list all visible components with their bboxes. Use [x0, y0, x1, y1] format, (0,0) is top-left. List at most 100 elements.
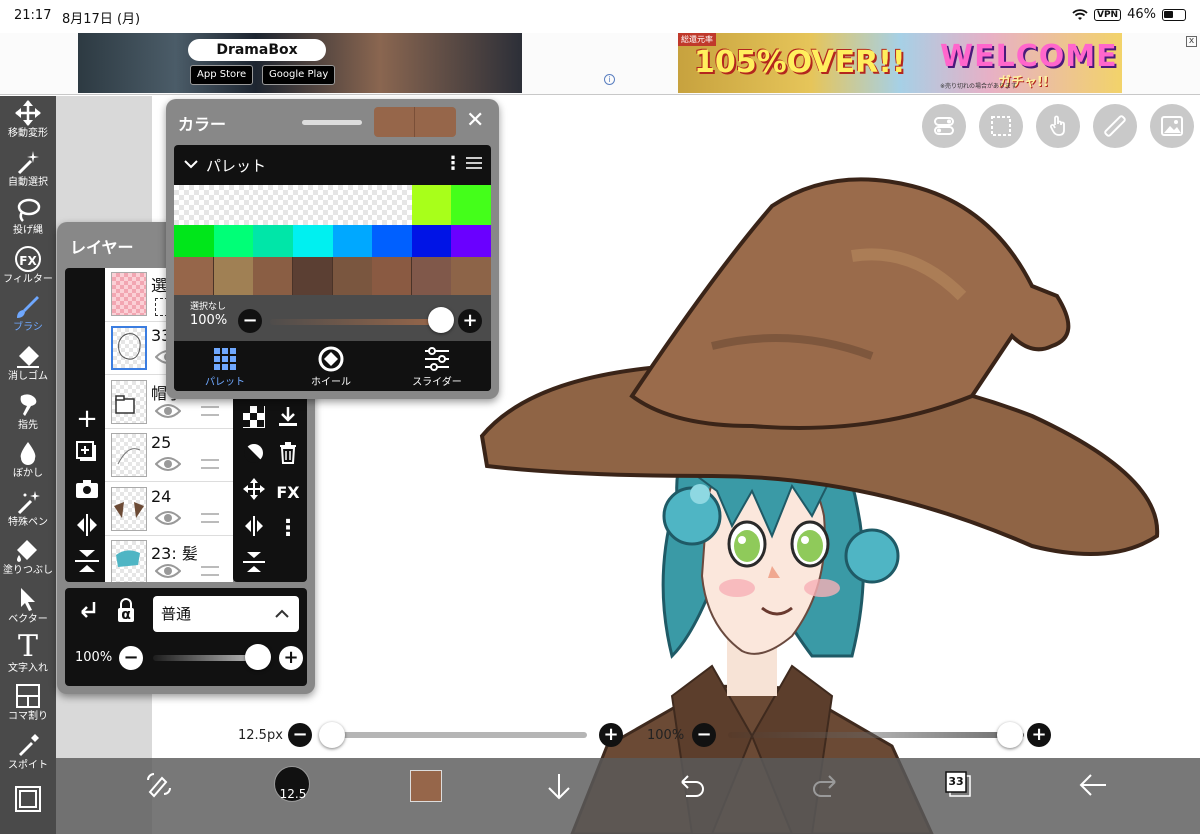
move-layer-icon[interactable]	[239, 478, 269, 508]
palette-swatch[interactable]	[253, 185, 294, 225]
brush-opacity-minus-button[interactable]: −	[692, 723, 716, 747]
tool-text[interactable]: T 文字入れ	[0, 631, 56, 681]
tab-wheel[interactable]: ホイール	[286, 345, 376, 388]
palette-swatch[interactable]	[332, 185, 373, 225]
palette-swatch[interactable]	[253, 225, 294, 257]
layer-opacity-thumb[interactable]	[245, 644, 271, 670]
alpha-lock-icon[interactable]: α	[111, 596, 141, 626]
current-color-swatch[interactable]	[374, 107, 456, 137]
brush-size-plus-button[interactable]: +	[599, 723, 623, 747]
tool-blur[interactable]: ぼかし	[0, 438, 56, 486]
brush-size-minus-button[interactable]: −	[288, 723, 312, 747]
palette-swatch[interactable]	[411, 257, 452, 295]
layer-row[interactable]: 23: 髪	[105, 536, 233, 582]
tab-slider[interactable]: スライダー	[392, 345, 482, 388]
palette-swatch[interactable]	[372, 257, 413, 295]
clip-arrow-icon[interactable]	[73, 600, 103, 630]
trash-icon[interactable]	[273, 442, 303, 472]
flip-vertical-icon[interactable]	[72, 550, 102, 580]
ad-close-icon[interactable]: x	[1186, 36, 1197, 47]
tool-move[interactable]: 移動変形	[0, 98, 56, 146]
tool-fill-bucket[interactable]: 塗りつぶし	[0, 535, 56, 583]
eye-icon[interactable]	[154, 563, 182, 579]
palette-swatch[interactable]	[292, 257, 333, 295]
palette-swatch[interactable]	[332, 257, 373, 295]
tool-fx[interactable]: FX フィルター	[0, 244, 56, 292]
blend-mode-select[interactable]: 普通	[153, 596, 299, 632]
tool-panel[interactable]: コマ割り	[0, 681, 56, 729]
drag-handle-icon[interactable]	[201, 459, 219, 469]
drag-handle-icon[interactable]	[201, 566, 219, 576]
palette-swatch[interactable]	[411, 185, 452, 225]
brush-size-slider[interactable]	[324, 732, 587, 738]
settings-toggle-button[interactable]	[922, 104, 966, 148]
palette-more-icon[interactable]: ⋮	[444, 153, 462, 174]
flip-v-layer-icon[interactable]	[239, 550, 269, 580]
flip-horizontal-icon[interactable]	[72, 514, 102, 544]
palette-header[interactable]: パレット ⋮	[174, 145, 491, 183]
brush-opacity-plus-button[interactable]: +	[1027, 723, 1051, 747]
palette-swatch[interactable]	[411, 225, 452, 257]
palette-swatch[interactable]	[213, 225, 254, 257]
more-vertical-icon[interactable]: ⋮	[273, 514, 303, 544]
brush-size-indicator[interactable]: 12.5	[274, 766, 310, 802]
clipping-icon[interactable]	[239, 442, 269, 472]
palette-opacity-thumb[interactable]	[428, 307, 454, 333]
tool-special-pen[interactable]: 特殊ペン	[0, 487, 56, 535]
current-color-button[interactable]	[410, 770, 442, 802]
palette-swatch[interactable]	[451, 225, 491, 257]
palette-menu-icon[interactable]	[466, 157, 482, 169]
drag-handle-icon[interactable]	[201, 405, 219, 416]
brush-opacity-thumb[interactable]	[997, 722, 1023, 748]
palette-swatch[interactable]	[174, 257, 215, 295]
palette-swatch[interactable]	[174, 225, 215, 257]
material-button[interactable]	[1150, 104, 1194, 148]
canvas-frame-icon[interactable]	[15, 786, 41, 812]
tool-smudge[interactable]: 指先	[0, 390, 56, 438]
palette-swatch[interactable]	[292, 185, 333, 225]
eye-icon[interactable]	[154, 510, 182, 526]
layer-opacity-slider[interactable]	[153, 655, 257, 661]
ad-gacha[interactable]: 総還元率 105%OVER!! WELCOME ガチャ!! ※売り切れの場合があ…	[678, 33, 1122, 93]
layer-row[interactable]: 25	[105, 429, 233, 482]
tool-brush[interactable]: ブラシ	[0, 292, 56, 340]
eye-icon[interactable]	[154, 456, 182, 472]
add-layer-special-icon[interactable]	[72, 440, 102, 470]
back-button[interactable]	[1078, 772, 1108, 802]
palette-grid[interactable]	[174, 185, 491, 295]
palette-swatch[interactable]	[451, 257, 491, 295]
layers-button[interactable]: 33	[944, 770, 974, 800]
palette-opacity-plus-button[interactable]: +	[458, 309, 482, 333]
palette-opacity-slider[interactable]	[270, 319, 436, 325]
eye-icon[interactable]	[154, 403, 182, 419]
palette-swatch[interactable]	[213, 185, 254, 225]
palette-swatch[interactable]	[372, 225, 413, 257]
transparency-lock-icon[interactable]	[239, 406, 269, 436]
tool-vector[interactable]: ベクター	[0, 584, 56, 632]
brush-opacity-slider[interactable]	[728, 732, 1024, 738]
tool-magic-wand[interactable]: 自動選択	[0, 147, 56, 195]
palette-swatch[interactable]	[451, 185, 491, 225]
tab-palette[interactable]: パレット	[180, 345, 270, 388]
ad-dramabox[interactable]: DramaBox App Store Google Play	[78, 33, 522, 93]
palette-swatch[interactable]	[253, 257, 294, 295]
tool-lasso[interactable]: 投げ縄	[0, 195, 56, 243]
brush-swap-button[interactable]	[144, 770, 174, 804]
ad-info-icon[interactable]: i	[604, 74, 615, 85]
touch-button[interactable]	[1036, 104, 1080, 148]
palette-swatch[interactable]	[372, 185, 413, 225]
layer-fx-icon[interactable]: FX	[273, 478, 303, 508]
close-icon[interactable]: ✕	[466, 108, 484, 133]
color-panel-drag-handle[interactable]	[302, 120, 362, 125]
layer-down-button[interactable]	[546, 772, 572, 804]
palette-swatch[interactable]	[292, 225, 333, 257]
palette-swatch[interactable]	[174, 185, 215, 225]
redo-button[interactable]	[811, 772, 839, 802]
flip-h-layer-icon[interactable]	[239, 514, 269, 544]
selection-button[interactable]	[979, 104, 1023, 148]
drag-handle-icon[interactable]	[201, 512, 219, 523]
add-layer-icon[interactable]: +	[72, 404, 102, 434]
layer-opacity-minus-button[interactable]: −	[119, 646, 143, 670]
palette-swatch[interactable]	[213, 257, 254, 295]
tool-eyedropper[interactable]: スポイト	[0, 730, 56, 778]
